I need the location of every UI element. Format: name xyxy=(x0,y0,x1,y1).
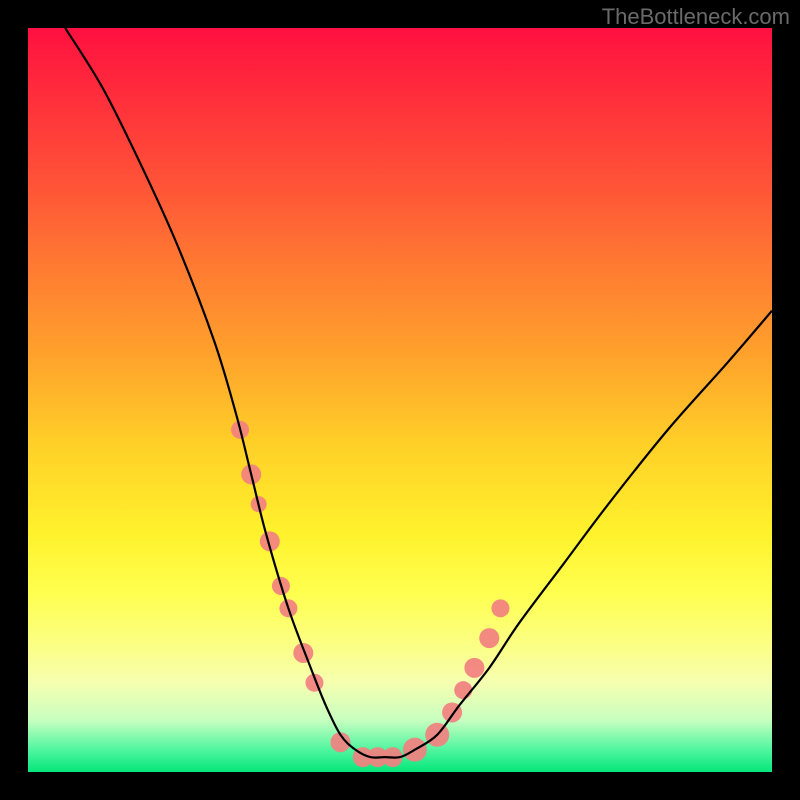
bottleneck-curve xyxy=(65,28,772,758)
highlight-dot xyxy=(260,531,280,551)
highlight-dot xyxy=(383,747,403,767)
highlight-dot xyxy=(305,674,323,692)
highlight-dot xyxy=(279,599,297,617)
highlight-dot xyxy=(442,702,462,722)
plot-area xyxy=(28,28,772,772)
marker-group xyxy=(231,421,509,767)
curve-layer xyxy=(28,28,772,772)
highlight-dot xyxy=(425,723,449,747)
highlight-dot xyxy=(272,577,290,595)
highlight-dot xyxy=(241,464,261,484)
highlight-dot xyxy=(491,599,509,617)
highlight-dot xyxy=(293,643,313,663)
highlight-dot xyxy=(454,681,472,699)
chart-frame: TheBottleneck.com xyxy=(0,0,800,800)
highlight-dot xyxy=(368,747,388,767)
highlight-dot xyxy=(330,732,350,752)
highlight-dot xyxy=(231,421,249,439)
highlight-dot xyxy=(403,738,427,762)
highlight-dot xyxy=(353,747,373,767)
highlight-dot xyxy=(251,496,267,512)
watermark-text: TheBottleneck.com xyxy=(602,4,790,30)
highlight-dot xyxy=(479,628,499,648)
highlight-dot xyxy=(464,658,484,678)
